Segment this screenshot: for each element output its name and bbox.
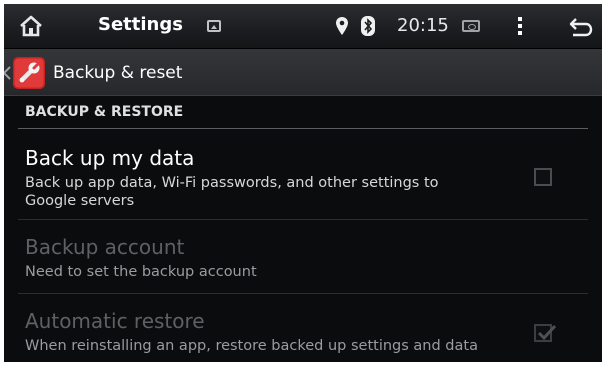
overflow-menu-icon[interactable] [518, 17, 522, 35]
item-title: Back up my data [25, 146, 195, 170]
up-caret-icon[interactable] [4, 65, 12, 80]
checkmark-icon [537, 324, 557, 341]
action-bar-title: Backup & reset [53, 63, 183, 83]
back-up-my-data-item[interactable]: Back up my data Back up app data, Wi-Fi … [4, 129, 602, 220]
automatic-restore-item[interactable]: Automatic restore When reinstalling an a… [4, 294, 602, 362]
category-header: BACKUP & RESTORE [4, 96, 602, 129]
item-title: Backup account [25, 235, 185, 259]
item-summary: Back up app data, Wi-Fi passwords, and o… [25, 175, 439, 209]
bluetooth-icon [361, 16, 375, 36]
gallery-icon [207, 20, 221, 32]
device-frame: Settings 20:15 Backup & reset BACKUP & R… [0, 0, 606, 366]
category-label: BACKUP & RESTORE [25, 104, 184, 120]
screen: Settings 20:15 Backup & reset BACKUP & R… [4, 4, 602, 362]
backup-account-item[interactable]: Backup account Need to set the backup ac… [4, 220, 602, 294]
automatic-restore-checkbox[interactable] [534, 324, 557, 342]
wrench-icon [13, 57, 45, 89]
location-icon [335, 16, 349, 36]
backup-checkbox[interactable] [534, 168, 552, 186]
action-bar[interactable]: Backup & reset [4, 49, 602, 96]
home-icon[interactable] [18, 14, 44, 38]
sd-card-icon [462, 20, 480, 32]
app-title: Settings [98, 14, 183, 35]
system-bar: Settings 20:15 [4, 4, 602, 49]
item-summary: When reinstalling an app, restore backed… [25, 338, 478, 354]
settings-list: BACKUP & RESTORE Back up my data Back up… [4, 96, 602, 362]
item-title: Automatic restore [25, 309, 205, 333]
back-icon[interactable] [567, 16, 593, 38]
clock: 20:15 [397, 15, 449, 36]
item-summary: Need to set the backup account [25, 264, 257, 280]
